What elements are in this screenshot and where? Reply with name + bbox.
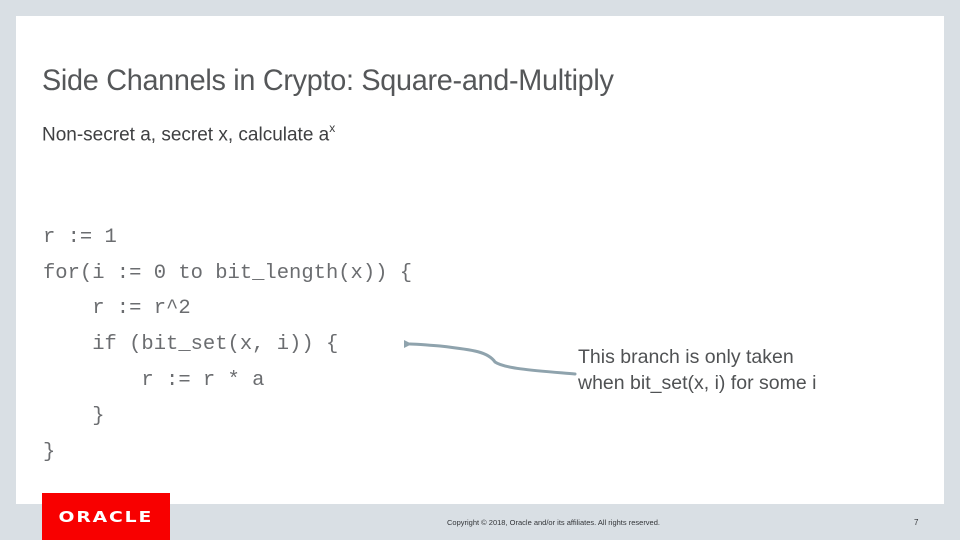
callout-line-1: This branch is only taken: [578, 346, 794, 368]
callout-line-2: when bit_set(x, i) for some i: [578, 372, 817, 394]
code-line: }: [43, 440, 56, 464]
page-number: 7: [914, 518, 919, 527]
slide-title: Side Channels in Crypto: Square-and-Mult…: [42, 64, 614, 97]
code-line: if (bit_set(x, i)) {: [43, 333, 339, 357]
callout-text: This branch is only taken when bit_set(x…: [578, 344, 816, 396]
subtitle-text: Non-secret a, secret x, calculate a: [42, 124, 330, 146]
oracle-logo-text: ORACLE: [58, 507, 154, 526]
code-line: r := r^2: [43, 297, 191, 321]
code-block: r := 1 for(i := 0 to bit_length(x)) { r :…: [43, 184, 412, 506]
code-line: for(i := 0 to bit_length(x)) {: [43, 261, 413, 285]
code-line: }: [43, 404, 105, 428]
slide-subtitle: Non-secret a, secret x, calculate ax: [42, 121, 336, 146]
code-line: r := r * a: [43, 368, 265, 392]
subtitle-superscript: x: [329, 121, 336, 135]
oracle-logo: ORACLE: [42, 493, 170, 540]
copyright-notice: Copyright © 2018, Oracle and/or its affi…: [447, 518, 660, 527]
code-line: r := 1: [43, 225, 117, 249]
